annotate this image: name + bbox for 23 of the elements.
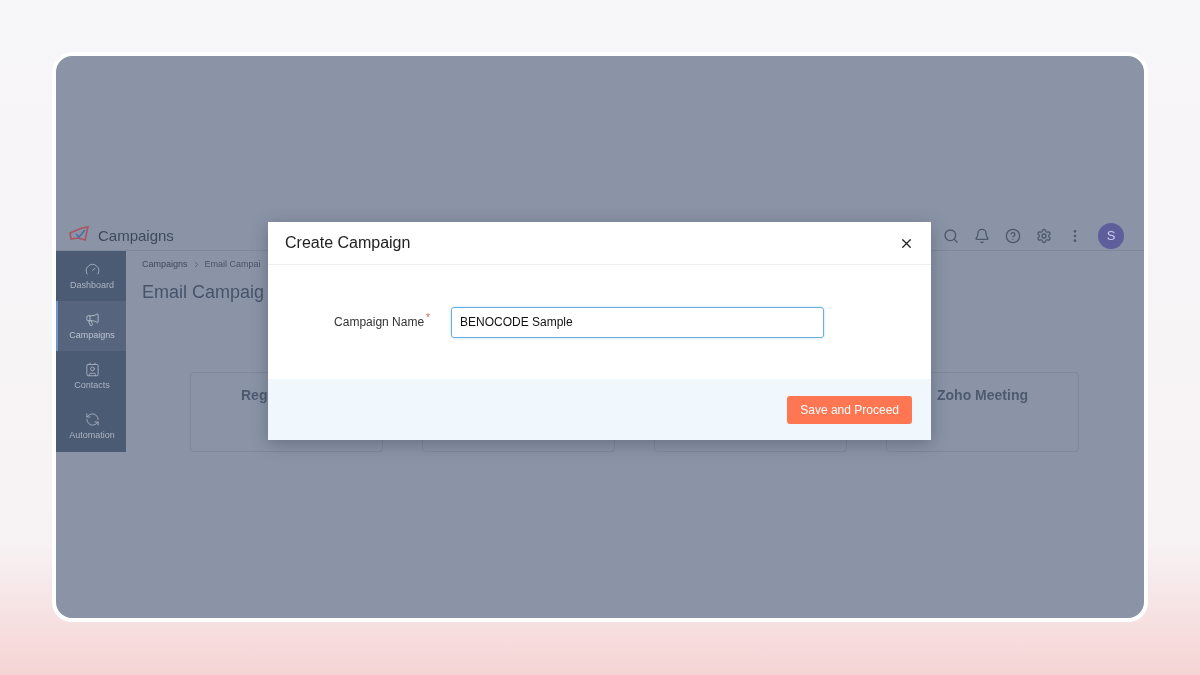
settings-icon[interactable] [1036,227,1052,244]
megaphone-icon [84,311,100,327]
card-title: Reg [241,386,268,403]
bell-icon[interactable] [974,227,990,244]
refresh-icon [84,411,100,427]
breadcrumb-link[interactable]: Campaigns [142,257,188,271]
help-icon[interactable] [1005,227,1021,244]
sidebar-item[interactable]: Contacts [56,350,126,401]
contact-card-icon [84,361,100,377]
save-and-proceed-button[interactable]: Save and Proceed [787,395,912,424]
app-brand: Campaigns [98,225,174,246]
required-mark: * [426,313,430,323]
card-title: Zoho Meeting [937,386,1028,403]
search-icon[interactable] [943,227,959,244]
sidebar-item[interactable]: Dashboard [56,250,126,301]
input-field[interactable]: BENOCODE Sample [451,306,824,338]
sidebar-item[interactable]: Campaigns [56,300,126,351]
page-title: Email Campaig [142,281,266,304]
dialog-title: Create Campaign [285,233,411,253]
sidebar-item[interactable]: Automation [56,400,126,451]
gauge-icon [84,261,100,277]
field-label: Campaign Name [334,314,425,331]
user-avatar[interactable]: S [1098,222,1124,249]
